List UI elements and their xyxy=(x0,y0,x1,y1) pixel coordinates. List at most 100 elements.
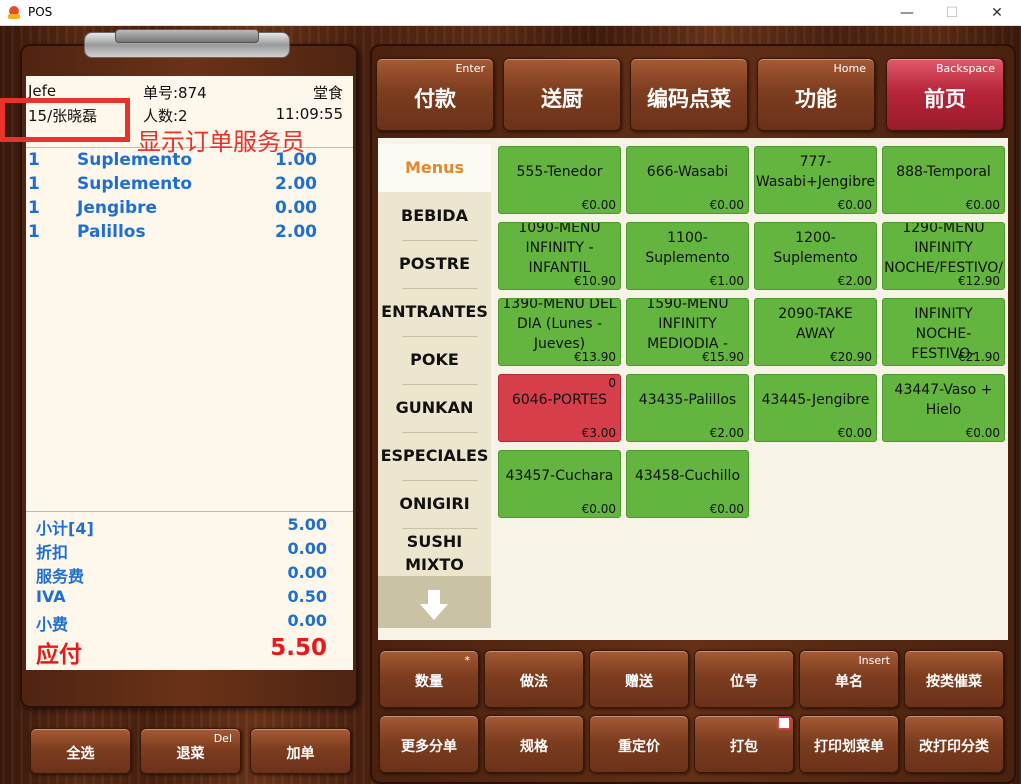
previous-page-button[interactable]: Backspace 前页 xyxy=(886,58,1004,131)
dish-tile[interactable]: 43435-Palillos €2.00 xyxy=(626,374,749,442)
code-order-button[interactable]: 编码点菜 xyxy=(630,58,748,131)
order-ticket: Jefe 单号:874 堂食 15/张晓磊 人数:2 11:09:55 1 Su… xyxy=(26,76,353,670)
reprice-button[interactable]: 重定价 xyxy=(589,715,689,773)
dish-tile[interactable]: 43457-Cuchara €0.00 xyxy=(498,450,621,518)
dish-name: 2090-TAKE AWAY xyxy=(778,306,853,342)
dish-tile[interactable]: 43458-Cuchillo €0.00 xyxy=(626,450,749,518)
dish-tile[interactable]: 1200-Suplemento €2.00 xyxy=(754,222,877,290)
line-qty: 1 xyxy=(28,222,40,242)
cooking-method-button[interactable]: 做法 xyxy=(484,650,584,708)
category-scroll-down-button[interactable] xyxy=(378,576,491,628)
dish-name: 888-Temporal xyxy=(896,164,991,180)
quantity-button[interactable]: 数量 * xyxy=(379,650,479,708)
function-button[interactable]: Home 功能 xyxy=(757,58,875,131)
button-label: 赠送 xyxy=(625,674,653,690)
dish-price: €13.90 xyxy=(574,350,616,364)
dish-price: €2.00 xyxy=(709,426,744,440)
discount-row: 折扣 0.00 xyxy=(36,539,327,562)
dish-tile[interactable]: 6046-PORTES €3.00 0 xyxy=(498,374,621,442)
split-bill-button[interactable]: 更多分单 xyxy=(379,715,479,773)
dish-tile[interactable]: 1290-MENÚ INFINITY NOCHE/FESTIVO/€12.90 xyxy=(882,222,1005,290)
button-label: 改打印分类 xyxy=(919,739,989,755)
dish-tile[interactable]: 1590-MENÚ INFINITY MEDIODIA - €15.90 xyxy=(626,298,749,366)
order-line[interactable]: 1 Jengibre 0.00 xyxy=(26,198,353,222)
return-dish-button[interactable]: 退菜 Del xyxy=(140,728,241,774)
category-bebida[interactable]: BEBIDA xyxy=(378,192,491,240)
subtotal-row: 小计[4] 5.00 xyxy=(36,515,327,538)
add-order-button[interactable]: 加单 xyxy=(250,728,351,774)
takeaway-button[interactable]: 打包 xyxy=(694,715,794,773)
rush-by-category-button[interactable]: 按类催菜 xyxy=(904,650,1004,708)
dish-name: 1090-MENÚ INFINITY - INFANTIL xyxy=(518,222,601,276)
minimize-button[interactable]: — xyxy=(887,3,927,23)
category-poke[interactable]: POKE xyxy=(378,336,491,384)
dish-name: 43445-Jengibre xyxy=(761,392,870,408)
pay-button[interactable]: Enter 付款 xyxy=(376,58,494,131)
line-qty: 1 xyxy=(28,174,40,194)
dish-tile[interactable]: 888-Temporal €0.00 xyxy=(882,146,1005,214)
amount-due-row: 应付 5.50 xyxy=(36,635,327,668)
dish-tile[interactable]: 2190-MENÚ INFINITY NOCHE-FESTIVO-€21.90 xyxy=(882,298,1005,366)
line-qty: 1 xyxy=(28,150,40,170)
category-list: Menus BEBIDA POSTRE ENTRANTES POKE GUNKA… xyxy=(378,144,491,628)
divider xyxy=(26,511,353,512)
dish-price: €0.00 xyxy=(837,426,872,440)
category-sushi-mixto[interactable]: SUSHI MIXTO xyxy=(378,530,491,576)
maximize-button[interactable]: ☐ xyxy=(932,3,972,23)
arrow-down-icon xyxy=(420,590,448,620)
close-button[interactable]: ✕ xyxy=(977,3,1017,23)
dish-tile[interactable]: 1100-Suplemento €1.00 xyxy=(626,222,749,290)
line-name: Jengibre xyxy=(77,198,158,218)
button-label: 数量 xyxy=(415,674,443,690)
order-line[interactable]: 1 Suplemento 2.00 xyxy=(26,174,353,198)
dish-price: €0.00 xyxy=(581,502,616,516)
select-all-button[interactable]: 全选 xyxy=(30,728,131,774)
dish-tile[interactable]: 555-Tenedor €0.00 xyxy=(498,146,621,214)
order-time: 11:09:55 xyxy=(275,105,343,123)
category-postre[interactable]: POSTRE xyxy=(378,240,491,288)
shortcut-hint: * xyxy=(464,654,471,667)
button-label: 打包 xyxy=(730,739,758,755)
tip-row: 小费 0.00 xyxy=(36,611,327,634)
dish-name: 555-Tenedor xyxy=(516,164,603,180)
dine-mode: 堂食 xyxy=(312,84,343,102)
package-icon xyxy=(777,716,791,730)
bill-name-button[interactable]: 单名 Insert xyxy=(799,650,899,708)
seat-number-button[interactable]: 位号 xyxy=(694,650,794,708)
dish-name: 43435-Palillos xyxy=(638,392,737,408)
order-line[interactable]: 1 Palillos 2.00 xyxy=(26,222,353,246)
dish-price: €21.90 xyxy=(958,350,1000,364)
dish-tile[interactable]: 43445-Jengibre €0.00 xyxy=(754,374,877,442)
dish-name: 6046-PORTES xyxy=(511,392,608,408)
send-kitchen-button[interactable]: 送厨 xyxy=(503,58,621,131)
dish-name: 43458-Cuchillo xyxy=(634,468,741,484)
service-fee-row: 服务费 0.00 xyxy=(36,563,327,586)
gift-button[interactable]: 赠送 xyxy=(589,650,689,708)
line-name: Palillos xyxy=(77,222,146,242)
dish-tile[interactable]: 1090-MENÚ INFINITY - INFANTIL €10.90 xyxy=(498,222,621,290)
print-checklist-button[interactable]: 打印划菜单 xyxy=(799,715,899,773)
dish-name: 1390-MENÚ DEL DIA (Lunes - Jueves) xyxy=(502,298,617,352)
dish-tile[interactable]: 2090-TAKE AWAY €20.90 xyxy=(754,298,877,366)
dish-tile[interactable]: 666-Wasabi €0.00 xyxy=(626,146,749,214)
category-gunkan[interactable]: GUNKAN xyxy=(378,384,491,432)
dish-price: €0.00 xyxy=(837,198,872,212)
dish-tile[interactable]: 777-Wasabi+Jengibre €0.00 xyxy=(754,146,877,214)
category-menus[interactable]: Menus xyxy=(378,144,491,192)
shortcut-hint: Insert xyxy=(858,654,890,667)
change-print-category-button[interactable]: 改打印分类 xyxy=(904,715,1004,773)
dish-tile[interactable]: 1390-MENÚ DEL DIA (Lunes - Jueves) €13.90 xyxy=(498,298,621,366)
dish-tile[interactable]: 43447-Vaso + Hielo €0.00 xyxy=(882,374,1005,442)
dish-price: €2.00 xyxy=(837,274,872,288)
button-label: 按类催菜 xyxy=(926,674,982,690)
order-number: 单号:874 xyxy=(143,84,207,102)
dish-price: €0.00 xyxy=(709,502,744,516)
dish-price: €0.00 xyxy=(965,198,1000,212)
dish-name: 1200-Suplemento xyxy=(773,230,858,266)
line-price: 0.00 xyxy=(275,198,317,218)
category-especiales[interactable]: ESPECIALES xyxy=(378,432,491,480)
annotation-label: 显示订单服务员 xyxy=(137,128,305,156)
spec-button[interactable]: 规格 xyxy=(484,715,584,773)
category-entrantes[interactable]: ENTRANTES xyxy=(378,288,491,336)
category-onigiri[interactable]: ONIGIRI xyxy=(378,480,491,528)
